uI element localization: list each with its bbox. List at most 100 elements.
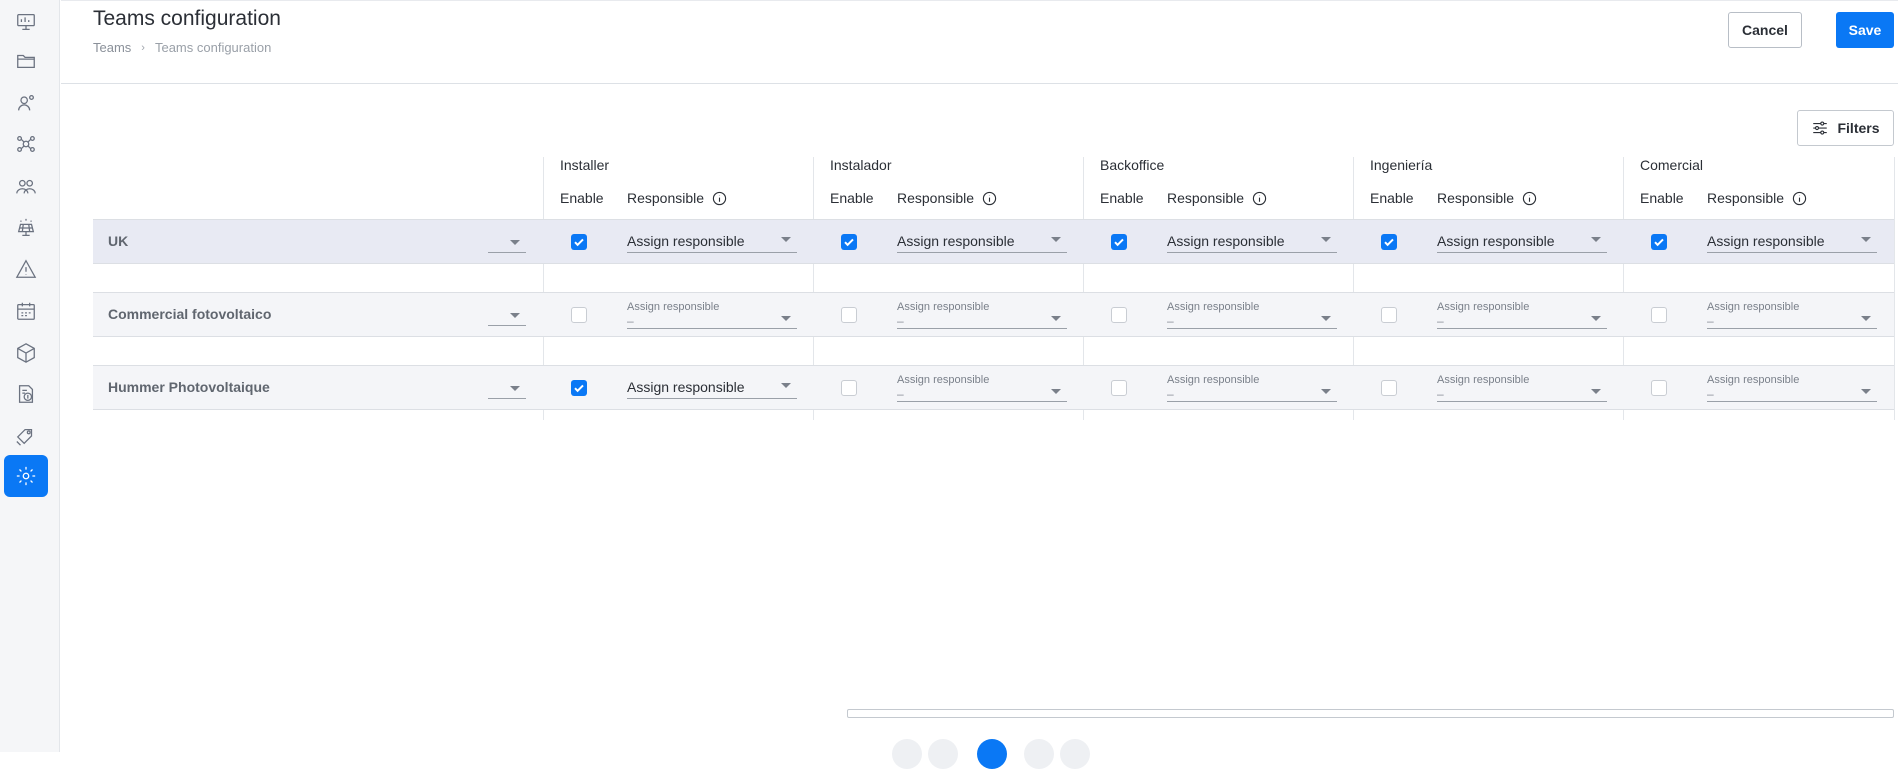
- info-icon[interactable]: [1252, 191, 1267, 206]
- enable-checkbox[interactable]: [841, 234, 857, 250]
- enable-label: Enable: [560, 190, 604, 206]
- chevron-down-icon: [1321, 316, 1331, 321]
- assign-responsible-select[interactable]: Assign responsible –: [1167, 301, 1337, 329]
- assign-responsible-select[interactable]: Assign responsible –: [1707, 301, 1877, 329]
- info-icon[interactable]: [1792, 191, 1807, 206]
- settings-gear-icon: [16, 466, 36, 486]
- check-icon: [1114, 238, 1124, 247]
- assign-responsible-select[interactable]: Assign responsible –: [1707, 374, 1877, 402]
- assign-responsible-select[interactable]: Assign responsible: [1437, 227, 1607, 253]
- assign-responsible-select[interactable]: Assign responsible –: [1167, 374, 1337, 402]
- chevron-down-icon: [510, 313, 520, 318]
- enable-checkbox[interactable]: [1381, 307, 1397, 323]
- assign-responsible-select[interactable]: Assign responsible –: [1437, 301, 1607, 329]
- enable-checkbox[interactable]: [1111, 380, 1127, 396]
- enable-label: Enable: [1100, 190, 1144, 206]
- sidebar-item-billing[interactable]: [4, 373, 48, 415]
- table-row: Commercial fotovoltaico Assign responsibl…: [93, 292, 1894, 337]
- enable-checkbox[interactable]: [1381, 234, 1397, 250]
- enable-checkbox[interactable]: [571, 307, 587, 323]
- pager-last-button[interactable]: [1060, 739, 1090, 769]
- responsible-column-label: Responsible: [1167, 190, 1267, 206]
- sidebar-item-projects[interactable]: [4, 40, 48, 82]
- assign-responsible-label: Assign responsible: [1167, 301, 1260, 313]
- assign-responsible-select[interactable]: Assign responsible –: [897, 374, 1067, 402]
- responsible-value: –: [1707, 314, 1714, 328]
- enable-checkbox[interactable]: [1651, 380, 1667, 396]
- enable-column-label: Enable: [830, 190, 874, 206]
- breadcrumb-teams-link[interactable]: Teams: [93, 40, 131, 55]
- responsible-value: –: [1167, 314, 1174, 328]
- assign-responsible-select[interactable]: Assign responsible: [1167, 227, 1337, 253]
- enable-column-label: Enable: [1370, 190, 1414, 206]
- info-icon[interactable]: [712, 191, 727, 206]
- group-header: Backoffice: [1100, 157, 1165, 173]
- check-icon: [1654, 238, 1664, 247]
- save-button[interactable]: Save: [1836, 12, 1894, 48]
- sidebar-item-incidents[interactable]: [4, 248, 48, 290]
- assign-responsible-select[interactable]: Assign responsible: [1707, 227, 1877, 253]
- enable-checkbox[interactable]: [841, 307, 857, 323]
- responsible-value: Assign responsible: [897, 233, 1015, 249]
- responsible-column-label: Responsible: [1437, 190, 1537, 206]
- users-group-icon: [16, 179, 36, 194]
- enable-checkbox[interactable]: [1381, 380, 1397, 396]
- enable-label: Enable: [830, 190, 874, 206]
- assign-responsible-select[interactable]: Assign responsible –: [627, 301, 797, 329]
- assign-responsible-label: Assign responsible: [1707, 374, 1800, 386]
- sidebar-item-contacts[interactable]: [4, 82, 48, 124]
- chevron-down-icon: [1591, 237, 1601, 242]
- team-row-select[interactable]: [488, 377, 526, 399]
- sidebar-item-settings[interactable]: [4, 455, 48, 497]
- responsible-value: –: [897, 387, 904, 401]
- enable-column-label: Enable: [1100, 190, 1144, 206]
- sidebar-item-calendar[interactable]: [4, 290, 48, 332]
- sidebar-item-network[interactable]: [4, 123, 48, 165]
- assign-responsible-select[interactable]: Assign responsible –: [1437, 374, 1607, 402]
- enable-checkbox[interactable]: [1651, 307, 1667, 323]
- responsible-value: Assign responsible: [1167, 233, 1285, 249]
- chevron-down-icon: [1321, 237, 1331, 242]
- enable-checkbox[interactable]: [571, 234, 587, 250]
- cancel-button[interactable]: Cancel: [1728, 12, 1802, 48]
- responsible-value: Assign responsible: [627, 379, 745, 395]
- responsible-value: –: [1707, 387, 1714, 401]
- sidebar-item-users[interactable]: [4, 165, 48, 207]
- chevron-down-icon: [1591, 316, 1601, 321]
- assign-responsible-select[interactable]: Assign responsible: [627, 227, 797, 253]
- assign-responsible-select[interactable]: Assign responsible: [897, 227, 1067, 253]
- table-row: UK Assign responsible Assign responsible As…: [93, 219, 1894, 264]
- responsible-label: Responsible: [1707, 190, 1785, 206]
- responsible-value: –: [1437, 314, 1444, 328]
- enable-checkbox[interactable]: [1111, 307, 1127, 323]
- team-row-select[interactable]: [488, 231, 526, 253]
- pager-next-button[interactable]: [1024, 739, 1054, 769]
- chevron-down-icon: [781, 237, 791, 242]
- assign-responsible-select[interactable]: Assign responsible –: [897, 301, 1067, 329]
- info-icon[interactable]: [982, 191, 997, 206]
- group-header: Installer: [560, 157, 610, 173]
- chevron-down-icon: [510, 240, 520, 245]
- responsible-label: Responsible: [1167, 190, 1245, 206]
- enable-checkbox[interactable]: [1651, 234, 1667, 250]
- enable-checkbox[interactable]: [1111, 234, 1127, 250]
- info-icon[interactable]: [1522, 191, 1537, 206]
- filters-button[interactable]: Filters: [1797, 110, 1894, 146]
- sidebar-item-solar[interactable]: [4, 207, 48, 249]
- breadcrumb-separator: ›: [141, 41, 145, 54]
- enable-checkbox[interactable]: [571, 380, 587, 396]
- sidebar-item-dashboard[interactable]: [4, 1, 48, 43]
- breadcrumb: Teams › Teams configuration: [93, 40, 271, 55]
- assign-responsible-select[interactable]: Assign responsible: [627, 373, 797, 399]
- team-row-select[interactable]: [488, 304, 526, 326]
- sidebar-item-products[interactable]: [4, 332, 48, 374]
- team-name: UK: [108, 233, 129, 249]
- pager-current-page[interactable]: [977, 739, 1007, 769]
- horizontal-scrollbar[interactable]: [847, 709, 1894, 718]
- sidebar-nav: [0, 0, 60, 752]
- responsible-value: Assign responsible: [627, 233, 745, 249]
- pager-prev-button[interactable]: [928, 739, 958, 769]
- pager-first-button[interactable]: [892, 739, 922, 769]
- enable-checkbox[interactable]: [841, 380, 857, 396]
- sidebar-item-offers[interactable]: [4, 415, 48, 457]
